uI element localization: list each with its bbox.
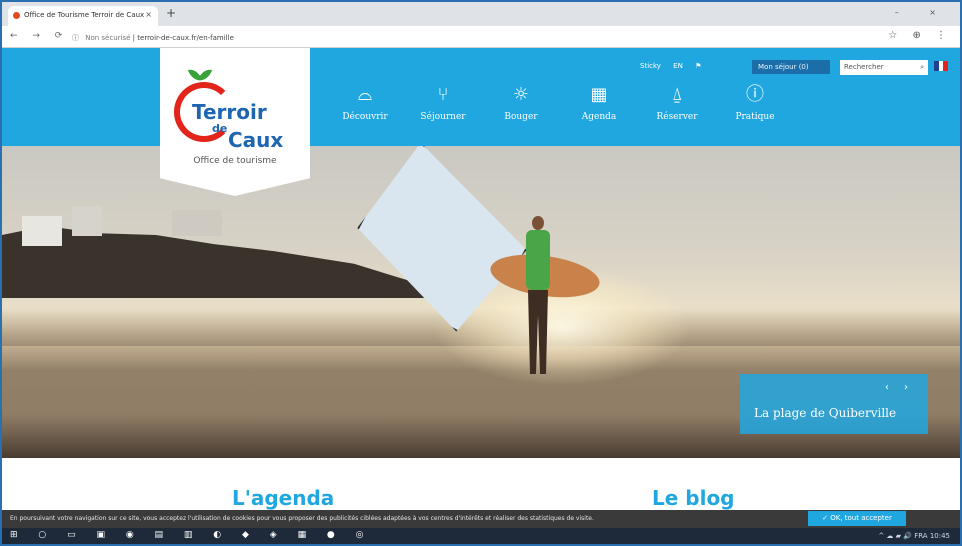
- main-navigation: ⌓ Découvrir ⑂ Séjourner ☼ Bouger ▦ Agend…: [334, 82, 802, 140]
- new-tab-button[interactable]: +: [166, 6, 176, 20]
- calendar-icon: ▦: [590, 84, 608, 105]
- logo-text-de: de: [212, 122, 228, 135]
- nav-label: Agenda: [581, 112, 617, 122]
- site-logo[interactable]: Terroir de Caux Office de tourisme: [160, 48, 310, 196]
- nav-label: Bouger: [504, 112, 538, 122]
- my-stay-button[interactable]: Mon séjour (0): [752, 60, 830, 74]
- taskbar-icons[interactable]: ⊞ ○ ▭ ▣ ◉ ▤ ▥ ◐ ◆ ◈ ▦ ● ◎: [10, 530, 373, 540]
- logo-text-caux: Caux: [228, 128, 284, 152]
- nav-label: Réserver: [656, 112, 698, 122]
- utility-links: Sticky EN ⚑: [640, 62, 711, 76]
- system-tray[interactable]: ^ ☁ ▰ 🔊 FRA 10:45: [878, 532, 950, 540]
- info-icon: ⓘ: [72, 34, 79, 42]
- bell-icon: ⍙: [671, 84, 683, 105]
- nav-item-reserver[interactable]: ⍙ Réserver: [646, 82, 708, 140]
- cloche-icon: ⌓: [357, 84, 373, 105]
- browser-toolbar-icons[interactable]: ☆ ⊕ ⋮: [888, 30, 952, 41]
- nav-item-decouvrir[interactable]: ⌓ Découvrir: [334, 82, 396, 140]
- utility-link[interactable]: Sticky: [640, 62, 661, 70]
- url-field[interactable]: ⓘ Non sécurisé | terroir-de-caux.fr/en-f…: [72, 30, 852, 44]
- browser-tabbar: Office de Tourisme Terroir de Caux × + –…: [2, 2, 960, 26]
- browser-tab[interactable]: Office de Tourisme Terroir de Caux ×: [8, 6, 158, 26]
- search-placeholder: Rechercher: [844, 63, 884, 71]
- agenda-heading: L'agenda: [232, 486, 335, 510]
- url-text: terroir-de-caux.fr/en-famille: [137, 34, 234, 42]
- french-flag-icon[interactable]: [934, 61, 949, 71]
- sun-icon: ☼: [512, 84, 530, 105]
- kitesurfer: [522, 216, 552, 376]
- browser-nav-buttons[interactable]: ← → ⟳: [10, 31, 68, 41]
- nav-item-pratique[interactable]: ⓘ Pratique: [724, 82, 786, 140]
- logo-text-terroir: Terroir: [192, 100, 267, 124]
- nav-item-sejourner[interactable]: ⑂ Séjourner: [412, 82, 474, 140]
- favicon-icon: [13, 12, 20, 19]
- window-controls[interactable]: – ×: [895, 8, 950, 17]
- nav-label: Pratique: [735, 112, 775, 122]
- os-taskbar: ⊞ ○ ▭ ▣ ◉ ▤ ▥ ◐ ◆ ◈ ▦ ● ◎ ^ ☁ ▰ 🔊 FRA 10…: [2, 528, 960, 544]
- tab-close-icon[interactable]: ×: [145, 10, 152, 19]
- search-input[interactable]: Rechercher ⌕: [840, 60, 928, 75]
- nav-item-bouger[interactable]: ☼ Bouger: [490, 82, 552, 140]
- content-section: L'agenda Le blog: [2, 458, 960, 510]
- search-icon[interactable]: ⌕: [920, 63, 924, 72]
- blog-heading: Le blog: [652, 486, 735, 510]
- logo-subtitle: Office de tourisme: [193, 156, 277, 166]
- cookie-text: En poursuivant votre navigation sur ce s…: [10, 515, 594, 522]
- url-security-label: Non sécurisé: [85, 34, 131, 42]
- nav-label: Découvrir: [342, 112, 388, 122]
- cookie-accept-button[interactable]: ✓ OK, tout accepter: [808, 511, 906, 526]
- hero-image: ‹ › La plage de Quiberville: [2, 146, 960, 458]
- cookie-banner: En poursuivant votre navigation sur ce s…: [2, 510, 960, 528]
- nav-label: Séjourner: [420, 112, 466, 122]
- slider-arrows-icon[interactable]: ‹ ›: [885, 382, 914, 393]
- nav-item-agenda[interactable]: ▦ Agenda: [568, 82, 630, 140]
- caption-text: La plage de Quiberville: [754, 406, 897, 420]
- hero-caption: ‹ › La plage de Quiberville: [740, 374, 928, 434]
- fork-icon: ⑂: [437, 84, 449, 105]
- basket-icon[interactable]: ⚑: [695, 62, 701, 70]
- language-link[interactable]: EN: [673, 62, 683, 70]
- info-icon: ⓘ: [746, 84, 764, 105]
- houses: [22, 196, 262, 246]
- leaf-icon: [187, 66, 213, 84]
- browser-address-bar: ← → ⟳ ⓘ Non sécurisé | terroir-de-caux.f…: [2, 26, 960, 48]
- tab-title: Office de Tourisme Terroir de Caux: [24, 11, 145, 19]
